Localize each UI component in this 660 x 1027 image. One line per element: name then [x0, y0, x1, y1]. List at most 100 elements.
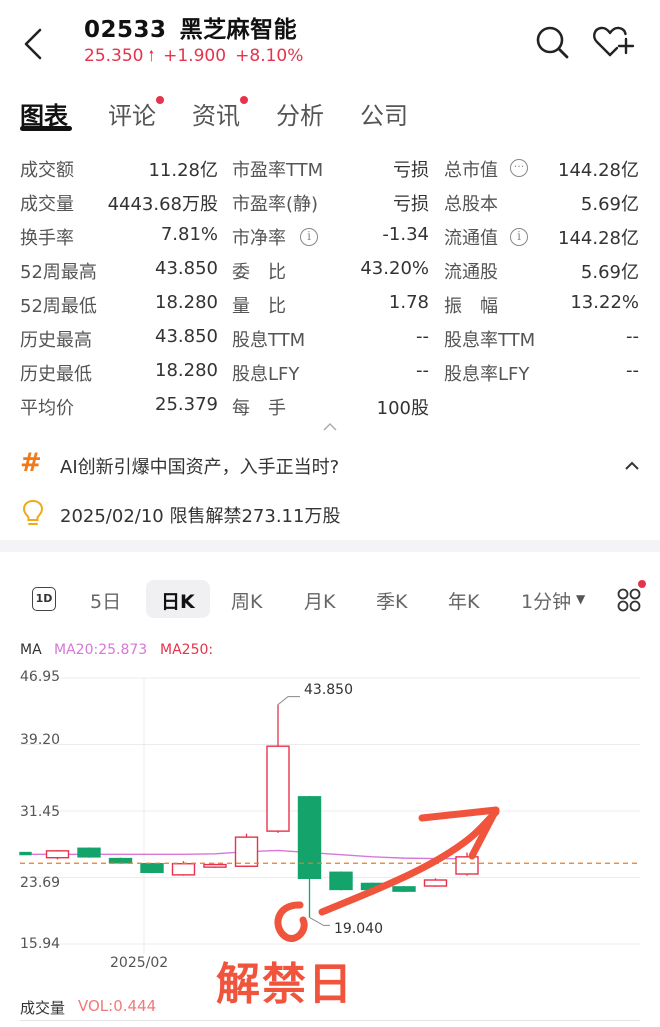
chart-settings-button[interactable] [616, 580, 646, 614]
stat-value: -- [626, 360, 639, 381]
stat-label: 股息TTM [232, 330, 306, 351]
stat-value: 100股 [376, 398, 429, 419]
stats-grid: 成交额 11.28亿 市盈率TTM 亏损 总市值 ··· 144.28亿 成交量… [0, 156, 660, 426]
stock-code: 02533 [84, 17, 167, 43]
candle-body [392, 886, 416, 892]
y-tick-label: 23.69 [20, 875, 61, 891]
collapse-stats-button[interactable] [320, 418, 340, 432]
search-icon [536, 26, 569, 59]
annotation-hook [274, 901, 308, 942]
event-notice[interactable]: 2025/02/10 限售解禁273.11万股 [0, 496, 660, 532]
stat-label: 委 比 [232, 262, 286, 283]
stat-label: 52周最低 [20, 296, 97, 317]
tab-chart[interactable]: 图表 [20, 96, 72, 131]
period-quarter-k[interactable]: 季K [376, 587, 407, 614]
tab-news-label: 资讯 [192, 102, 240, 130]
low-price-label: 19.040 [334, 921, 383, 937]
tab-news[interactable]: 资讯 [192, 96, 248, 131]
stat-value: 7.81% [160, 224, 218, 245]
price-up-arrow-icon: 🠑 [148, 47, 155, 65]
period-selector: 1D 5日 日K 周K 月K 季K 年K 1分钟 ▼ [0, 570, 660, 626]
stat-label: 股息率LFY [444, 364, 530, 385]
stat-value: 18.280 [155, 360, 218, 381]
add-watchlist-button[interactable] [590, 22, 638, 62]
unlock-day-annotation: 解禁日 [216, 959, 354, 1010]
stat-value: 5.69亿 [580, 262, 639, 283]
tab-company[interactable]: 公司 [360, 96, 408, 131]
volume-label: 成交量 [20, 999, 66, 1017]
stat-label: 流通值 [444, 228, 498, 249]
stat-label: 总股本 [444, 194, 498, 215]
period-day-k[interactable]: 日K [161, 587, 195, 614]
stat-label: 流通股 [444, 262, 498, 283]
tab-analysis[interactable]: 分析 [276, 96, 324, 131]
topic-notice[interactable]: # AI创新引爆中国资产，入手正当时? [0, 446, 660, 486]
tab-active-underline [20, 126, 72, 131]
grid-menu-icon [617, 588, 641, 612]
stat-label: 每 手 [232, 398, 286, 419]
unread-dot [240, 96, 248, 104]
stat-value: 25.379 [155, 394, 218, 415]
stat-value: 亏损 [393, 194, 429, 215]
tab-comments[interactable]: 评论 [108, 96, 164, 131]
hashtag-icon: # [20, 448, 42, 478]
stat-value: 43.20% [360, 258, 429, 279]
back-button[interactable] [14, 22, 54, 66]
search-button[interactable] [532, 22, 572, 62]
candle-body [455, 856, 479, 875]
stat-value: 4443.68万股 [107, 194, 218, 215]
stat-label: 市净率 [232, 228, 286, 249]
high-leader-line [277, 696, 300, 705]
stat-value: 43.850 [155, 258, 218, 279]
stat-label: 量 比 [232, 296, 286, 317]
candle-body [171, 863, 196, 876]
tab-company-label: 公司 [360, 102, 408, 130]
stat-value: 144.28亿 [558, 228, 639, 249]
candle-body [203, 863, 227, 868]
info-icon[interactable]: ··· [510, 159, 528, 177]
unread-dot [156, 96, 164, 104]
section-divider [0, 540, 660, 552]
candle-body [140, 863, 164, 873]
y-tick-label: 15.94 [20, 936, 61, 952]
tab-analysis-label: 分析 [276, 102, 324, 130]
y-tick-label: 39.20 [20, 732, 61, 748]
candle-body [19, 851, 32, 856]
period-minute-dropdown[interactable]: 1分钟 [521, 587, 571, 614]
stat-value: -- [416, 326, 429, 347]
chevron-up-icon [323, 423, 337, 431]
stat-label: 股息LFY [232, 364, 300, 385]
info-icon[interactable]: i [510, 228, 528, 246]
period-5d[interactable]: 5日 [90, 587, 121, 614]
candle-body [423, 879, 448, 887]
stat-value: -1.34 [382, 224, 429, 245]
candle-body [297, 796, 322, 879]
high-price-label: 43.850 [304, 682, 353, 698]
stat-label: 52周最高 [20, 262, 97, 283]
stat-value: -- [416, 360, 429, 381]
stat-label: 成交额 [20, 160, 74, 181]
period-1d[interactable]: 1D [32, 587, 56, 611]
lightbulb-icon [22, 499, 44, 525]
ma20-legend: MA20:25.873 [54, 642, 148, 658]
stat-value: 144.28亿 [558, 160, 639, 181]
info-icon[interactable]: i [300, 228, 318, 246]
stock-title: 02533 黑芝麻智能 [84, 10, 297, 44]
y-tick-label: 46.95 [20, 669, 61, 685]
volume-value: VOL:0.444 [78, 997, 157, 1015]
period-year-k[interactable]: 年K [448, 587, 479, 614]
stat-value: 5.69亿 [580, 194, 639, 215]
period-month-k[interactable]: 月K [304, 587, 335, 614]
topic-text: AI创新引爆中国资产，入手正当时? [60, 457, 340, 478]
stat-value: 1.78 [388, 292, 429, 313]
period-week-k[interactable]: 周K [231, 587, 262, 614]
stat-value: 13.22% [570, 292, 639, 313]
caret-down-icon: ▼ [576, 592, 586, 606]
stat-label: 平均价 [20, 398, 74, 419]
price-line: 25.350 🠑 +1.900 +8.10% [84, 46, 303, 71]
stat-label: 振 幅 [444, 296, 498, 317]
stat-label: 成交量 [20, 194, 74, 215]
candle-body [45, 850, 70, 859]
stat-value: 亏损 [393, 160, 429, 181]
stat-value: 18.280 [155, 292, 218, 313]
